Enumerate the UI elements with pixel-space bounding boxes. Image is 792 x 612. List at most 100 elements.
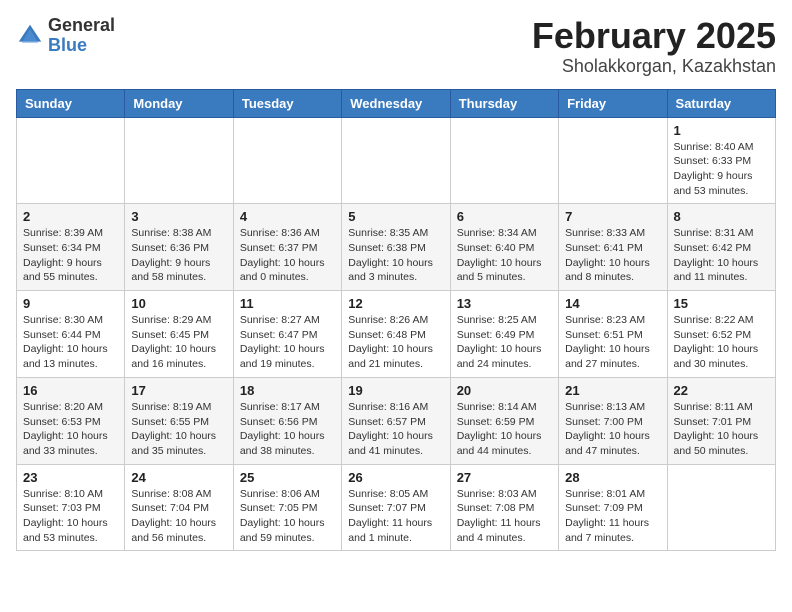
day-number: 7 xyxy=(565,209,660,224)
day-info: Sunrise: 8:22 AM Sunset: 6:52 PM Dayligh… xyxy=(674,313,769,372)
day-number: 11 xyxy=(240,296,335,311)
week-row-1: 1 Sunrise: 8:40 AM Sunset: 6:33 PM Daylig… xyxy=(17,117,776,204)
empty-cell xyxy=(559,117,667,204)
day-cell-20: 20 Sunrise: 8:14 AM Sunset: 6:59 PM Dayli… xyxy=(450,377,558,464)
day-number: 21 xyxy=(565,383,660,398)
day-number: 4 xyxy=(240,209,335,224)
day-number: 13 xyxy=(457,296,552,311)
day-cell-17: 17 Sunrise: 8:19 AM Sunset: 6:55 PM Dayli… xyxy=(125,377,233,464)
day-info: Sunrise: 8:11 AM Sunset: 7:01 PM Dayligh… xyxy=(674,400,769,459)
day-cell-13: 13 Sunrise: 8:25 AM Sunset: 6:49 PM Dayli… xyxy=(450,291,558,378)
day-number: 3 xyxy=(131,209,226,224)
weekday-header-row: SundayMondayTuesdayWednesdayThursdayFrid… xyxy=(17,89,776,117)
week-row-4: 16Sunrise: 8:20 AM Sunset: 6:53 PM Dayli… xyxy=(17,377,776,464)
day-number: 23 xyxy=(23,470,118,485)
day-info: Sunrise: 8:29 AM Sunset: 6:45 PM Dayligh… xyxy=(131,313,226,372)
day-number: 12 xyxy=(348,296,443,311)
weekday-header-tuesday: Tuesday xyxy=(233,89,341,117)
day-number: 25 xyxy=(240,470,335,485)
day-number: 2 xyxy=(23,209,118,224)
day-cell-5: 5 Sunrise: 8:35 AM Sunset: 6:38 PM Daylig… xyxy=(342,204,450,291)
day-info: Sunrise: 8:10 AM Sunset: 7:03 PM Dayligh… xyxy=(23,487,118,546)
day-info: Sunrise: 8:30 AM Sunset: 6:44 PM Dayligh… xyxy=(23,313,118,372)
day-info: Sunrise: 8:17 AM Sunset: 6:56 PM Dayligh… xyxy=(240,400,335,459)
day-cell-28: 28Sunrise: 8:01 AM Sunset: 7:09 PM Dayli… xyxy=(559,464,667,551)
day-cell-12: 12 Sunrise: 8:26 AM Sunset: 6:48 PM Dayli… xyxy=(342,291,450,378)
empty-cell xyxy=(233,117,341,204)
day-number: 22 xyxy=(674,383,769,398)
day-info: Sunrise: 8:39 AM Sunset: 6:34 PM Dayligh… xyxy=(23,226,118,285)
day-info: Sunrise: 8:26 AM Sunset: 6:48 PM Dayligh… xyxy=(348,313,443,372)
day-cell-2: 2 Sunrise: 8:39 AM Sunset: 6:34 PM Daylig… xyxy=(17,204,125,291)
day-cell-26: 26 Sunrise: 8:05 AM Sunset: 7:07 PM Dayli… xyxy=(342,464,450,551)
day-info: Sunrise: 8:35 AM Sunset: 6:38 PM Dayligh… xyxy=(348,226,443,285)
day-info: Sunrise: 8:36 AM Sunset: 6:37 PM Dayligh… xyxy=(240,226,335,285)
empty-cell xyxy=(342,117,450,204)
day-info: Sunrise: 8:40 AM Sunset: 6:33 PM Dayligh… xyxy=(674,140,769,199)
day-cell-14: 14 Sunrise: 8:23 AM Sunset: 6:51 PM Dayli… xyxy=(559,291,667,378)
calendar-subtitle: Sholakkorgan, Kazakhstan xyxy=(532,56,776,77)
day-info: Sunrise: 8:05 AM Sunset: 7:07 PM Dayligh… xyxy=(348,487,443,546)
day-cell-6: 6 Sunrise: 8:34 AM Sunset: 6:40 PM Daylig… xyxy=(450,204,558,291)
day-cell-18: 18 Sunrise: 8:17 AM Sunset: 6:56 PM Dayli… xyxy=(233,377,341,464)
day-number: 15 xyxy=(674,296,769,311)
day-number: 1 xyxy=(674,123,769,138)
day-info: Sunrise: 8:38 AM Sunset: 6:36 PM Dayligh… xyxy=(131,226,226,285)
day-cell-23: 23 Sunrise: 8:10 AM Sunset: 7:03 PM Dayli… xyxy=(17,464,125,551)
day-cell-16: 16Sunrise: 8:20 AM Sunset: 6:53 PM Dayli… xyxy=(17,377,125,464)
day-cell-4: 4 Sunrise: 8:36 AM Sunset: 6:37 PM Daylig… xyxy=(233,204,341,291)
day-cell-19: 19 Sunrise: 8:16 AM Sunset: 6:57 PM Dayli… xyxy=(342,377,450,464)
day-number: 24 xyxy=(131,470,226,485)
day-cell-10: 10 Sunrise: 8:29 AM Sunset: 6:45 PM Dayli… xyxy=(125,291,233,378)
empty-cell xyxy=(667,464,775,551)
weekday-header-sunday: Sunday xyxy=(17,89,125,117)
day-cell-7: 7 Sunrise: 8:33 AM Sunset: 6:41 PM Daylig… xyxy=(559,204,667,291)
day-info: Sunrise: 8:33 AM Sunset: 6:41 PM Dayligh… xyxy=(565,226,660,285)
day-info: Sunrise: 8:19 AM Sunset: 6:55 PM Dayligh… xyxy=(131,400,226,459)
day-cell-22: 22 Sunrise: 8:11 AM Sunset: 7:01 PM Dayli… xyxy=(667,377,775,464)
day-info: Sunrise: 8:14 AM Sunset: 6:59 PM Dayligh… xyxy=(457,400,552,459)
title-block: February 2025 Sholakkorgan, Kazakhstan xyxy=(532,16,776,77)
day-info: Sunrise: 8:16 AM Sunset: 6:57 PM Dayligh… xyxy=(348,400,443,459)
logo-blue-text: Blue xyxy=(48,36,115,56)
weekday-header-wednesday: Wednesday xyxy=(342,89,450,117)
day-cell-27: 27 Sunrise: 8:03 AM Sunset: 7:08 PM Dayli… xyxy=(450,464,558,551)
day-cell-15: 15 Sunrise: 8:22 AM Sunset: 6:52 PM Dayli… xyxy=(667,291,775,378)
day-info: Sunrise: 8:08 AM Sunset: 7:04 PM Dayligh… xyxy=(131,487,226,546)
day-number: 14 xyxy=(565,296,660,311)
day-number: 27 xyxy=(457,470,552,485)
day-info: Sunrise: 8:34 AM Sunset: 6:40 PM Dayligh… xyxy=(457,226,552,285)
day-cell-25: 25 Sunrise: 8:06 AM Sunset: 7:05 PM Dayli… xyxy=(233,464,341,551)
day-info: Sunrise: 8:03 AM Sunset: 7:08 PM Dayligh… xyxy=(457,487,552,546)
day-info: Sunrise: 8:31 AM Sunset: 6:42 PM Dayligh… xyxy=(674,226,769,285)
day-number: 8 xyxy=(674,209,769,224)
day-cell-1: 1 Sunrise: 8:40 AM Sunset: 6:33 PM Daylig… xyxy=(667,117,775,204)
day-info: Sunrise: 8:01 AM Sunset: 7:09 PM Dayligh… xyxy=(565,487,660,546)
day-number: 18 xyxy=(240,383,335,398)
logo: General Blue xyxy=(16,16,115,56)
day-number: 5 xyxy=(348,209,443,224)
weekday-header-thursday: Thursday xyxy=(450,89,558,117)
day-info: Sunrise: 8:13 AM Sunset: 7:00 PM Dayligh… xyxy=(565,400,660,459)
weekday-header-monday: Monday xyxy=(125,89,233,117)
week-row-3: 9Sunrise: 8:30 AM Sunset: 6:44 PM Daylig… xyxy=(17,291,776,378)
day-number: 20 xyxy=(457,383,552,398)
calendar-table: SundayMondayTuesdayWednesdayThursdayFrid… xyxy=(16,89,776,552)
day-number: 10 xyxy=(131,296,226,311)
logo-general-text: General xyxy=(48,16,115,36)
weekday-header-saturday: Saturday xyxy=(667,89,775,117)
weekday-header-friday: Friday xyxy=(559,89,667,117)
day-number: 17 xyxy=(131,383,226,398)
day-number: 26 xyxy=(348,470,443,485)
day-number: 19 xyxy=(348,383,443,398)
day-info: Sunrise: 8:27 AM Sunset: 6:47 PM Dayligh… xyxy=(240,313,335,372)
day-info: Sunrise: 8:06 AM Sunset: 7:05 PM Dayligh… xyxy=(240,487,335,546)
day-cell-24: 24 Sunrise: 8:08 AM Sunset: 7:04 PM Dayli… xyxy=(125,464,233,551)
day-info: Sunrise: 8:25 AM Sunset: 6:49 PM Dayligh… xyxy=(457,313,552,372)
day-info: Sunrise: 8:20 AM Sunset: 6:53 PM Dayligh… xyxy=(23,400,118,459)
day-number: 6 xyxy=(457,209,552,224)
day-info: Sunrise: 8:23 AM Sunset: 6:51 PM Dayligh… xyxy=(565,313,660,372)
week-row-5: 23 Sunrise: 8:10 AM Sunset: 7:03 PM Dayli… xyxy=(17,464,776,551)
empty-cell xyxy=(450,117,558,204)
day-cell-11: 11 Sunrise: 8:27 AM Sunset: 6:47 PM Dayli… xyxy=(233,291,341,378)
